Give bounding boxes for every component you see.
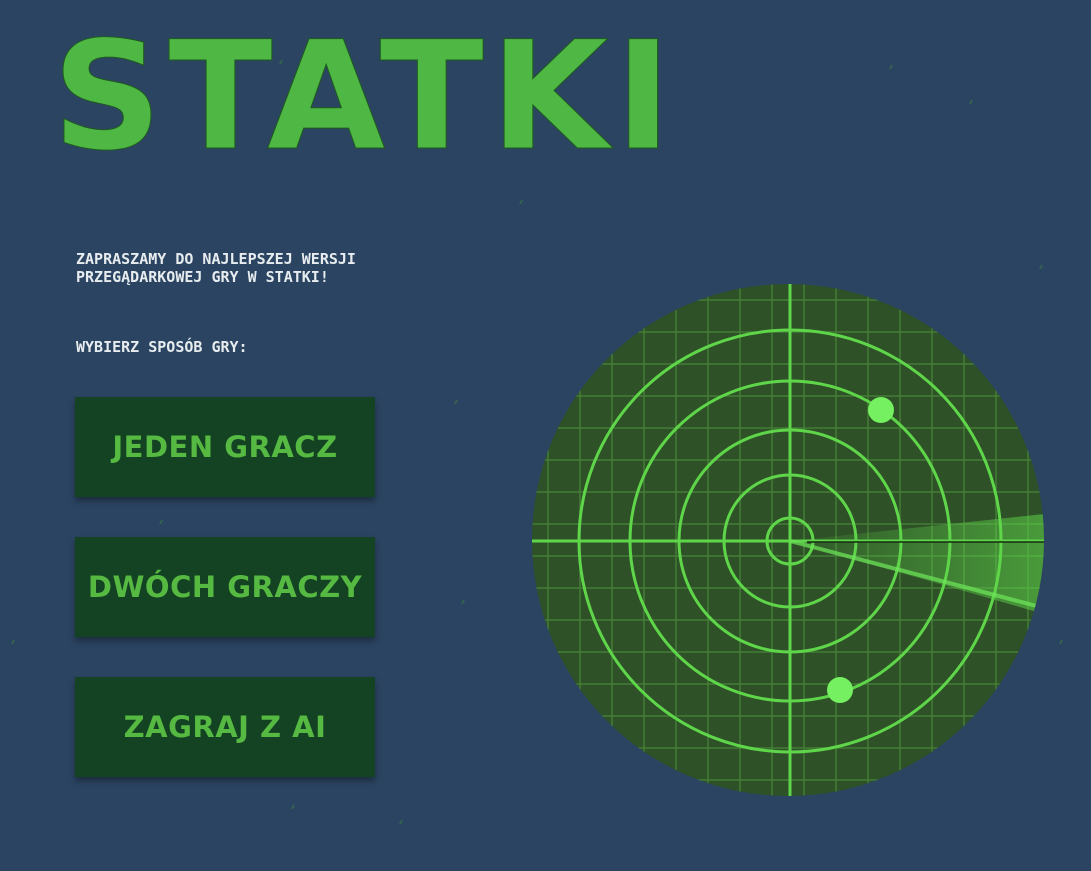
vs-ai-button[interactable]: ZAGRAJ Z AI <box>75 677 375 777</box>
background-speck <box>399 819 403 825</box>
radar-blip <box>827 677 853 703</box>
single-player-button[interactable]: JEDEN GRACZ <box>75 397 375 497</box>
background-speck <box>519 199 523 205</box>
background-speck <box>159 519 163 525</box>
background-speck <box>969 99 973 105</box>
background-speck <box>291 804 295 810</box>
background-speck <box>11 639 15 645</box>
background-speck <box>1059 639 1063 645</box>
background-speck <box>1039 264 1043 270</box>
radar-blip <box>868 397 894 423</box>
two-players-button[interactable]: DWÓCH GRACZY <box>75 537 375 637</box>
choose-mode-label: WYBIERZ SPOSÓB GRY: <box>76 338 248 356</box>
start-screen: STATKI ZAPRASZAMY DO NAJLEPSZEJ WERSJI P… <box>0 0 1091 871</box>
background-speck <box>454 399 458 405</box>
radar-icon <box>532 284 1044 796</box>
intro-text: ZAPRASZAMY DO NAJLEPSZEJ WERSJI PRZEGĄDA… <box>76 250 356 286</box>
background-speck <box>889 64 893 70</box>
background-speck <box>461 599 465 605</box>
page-title: STATKI <box>51 10 678 184</box>
